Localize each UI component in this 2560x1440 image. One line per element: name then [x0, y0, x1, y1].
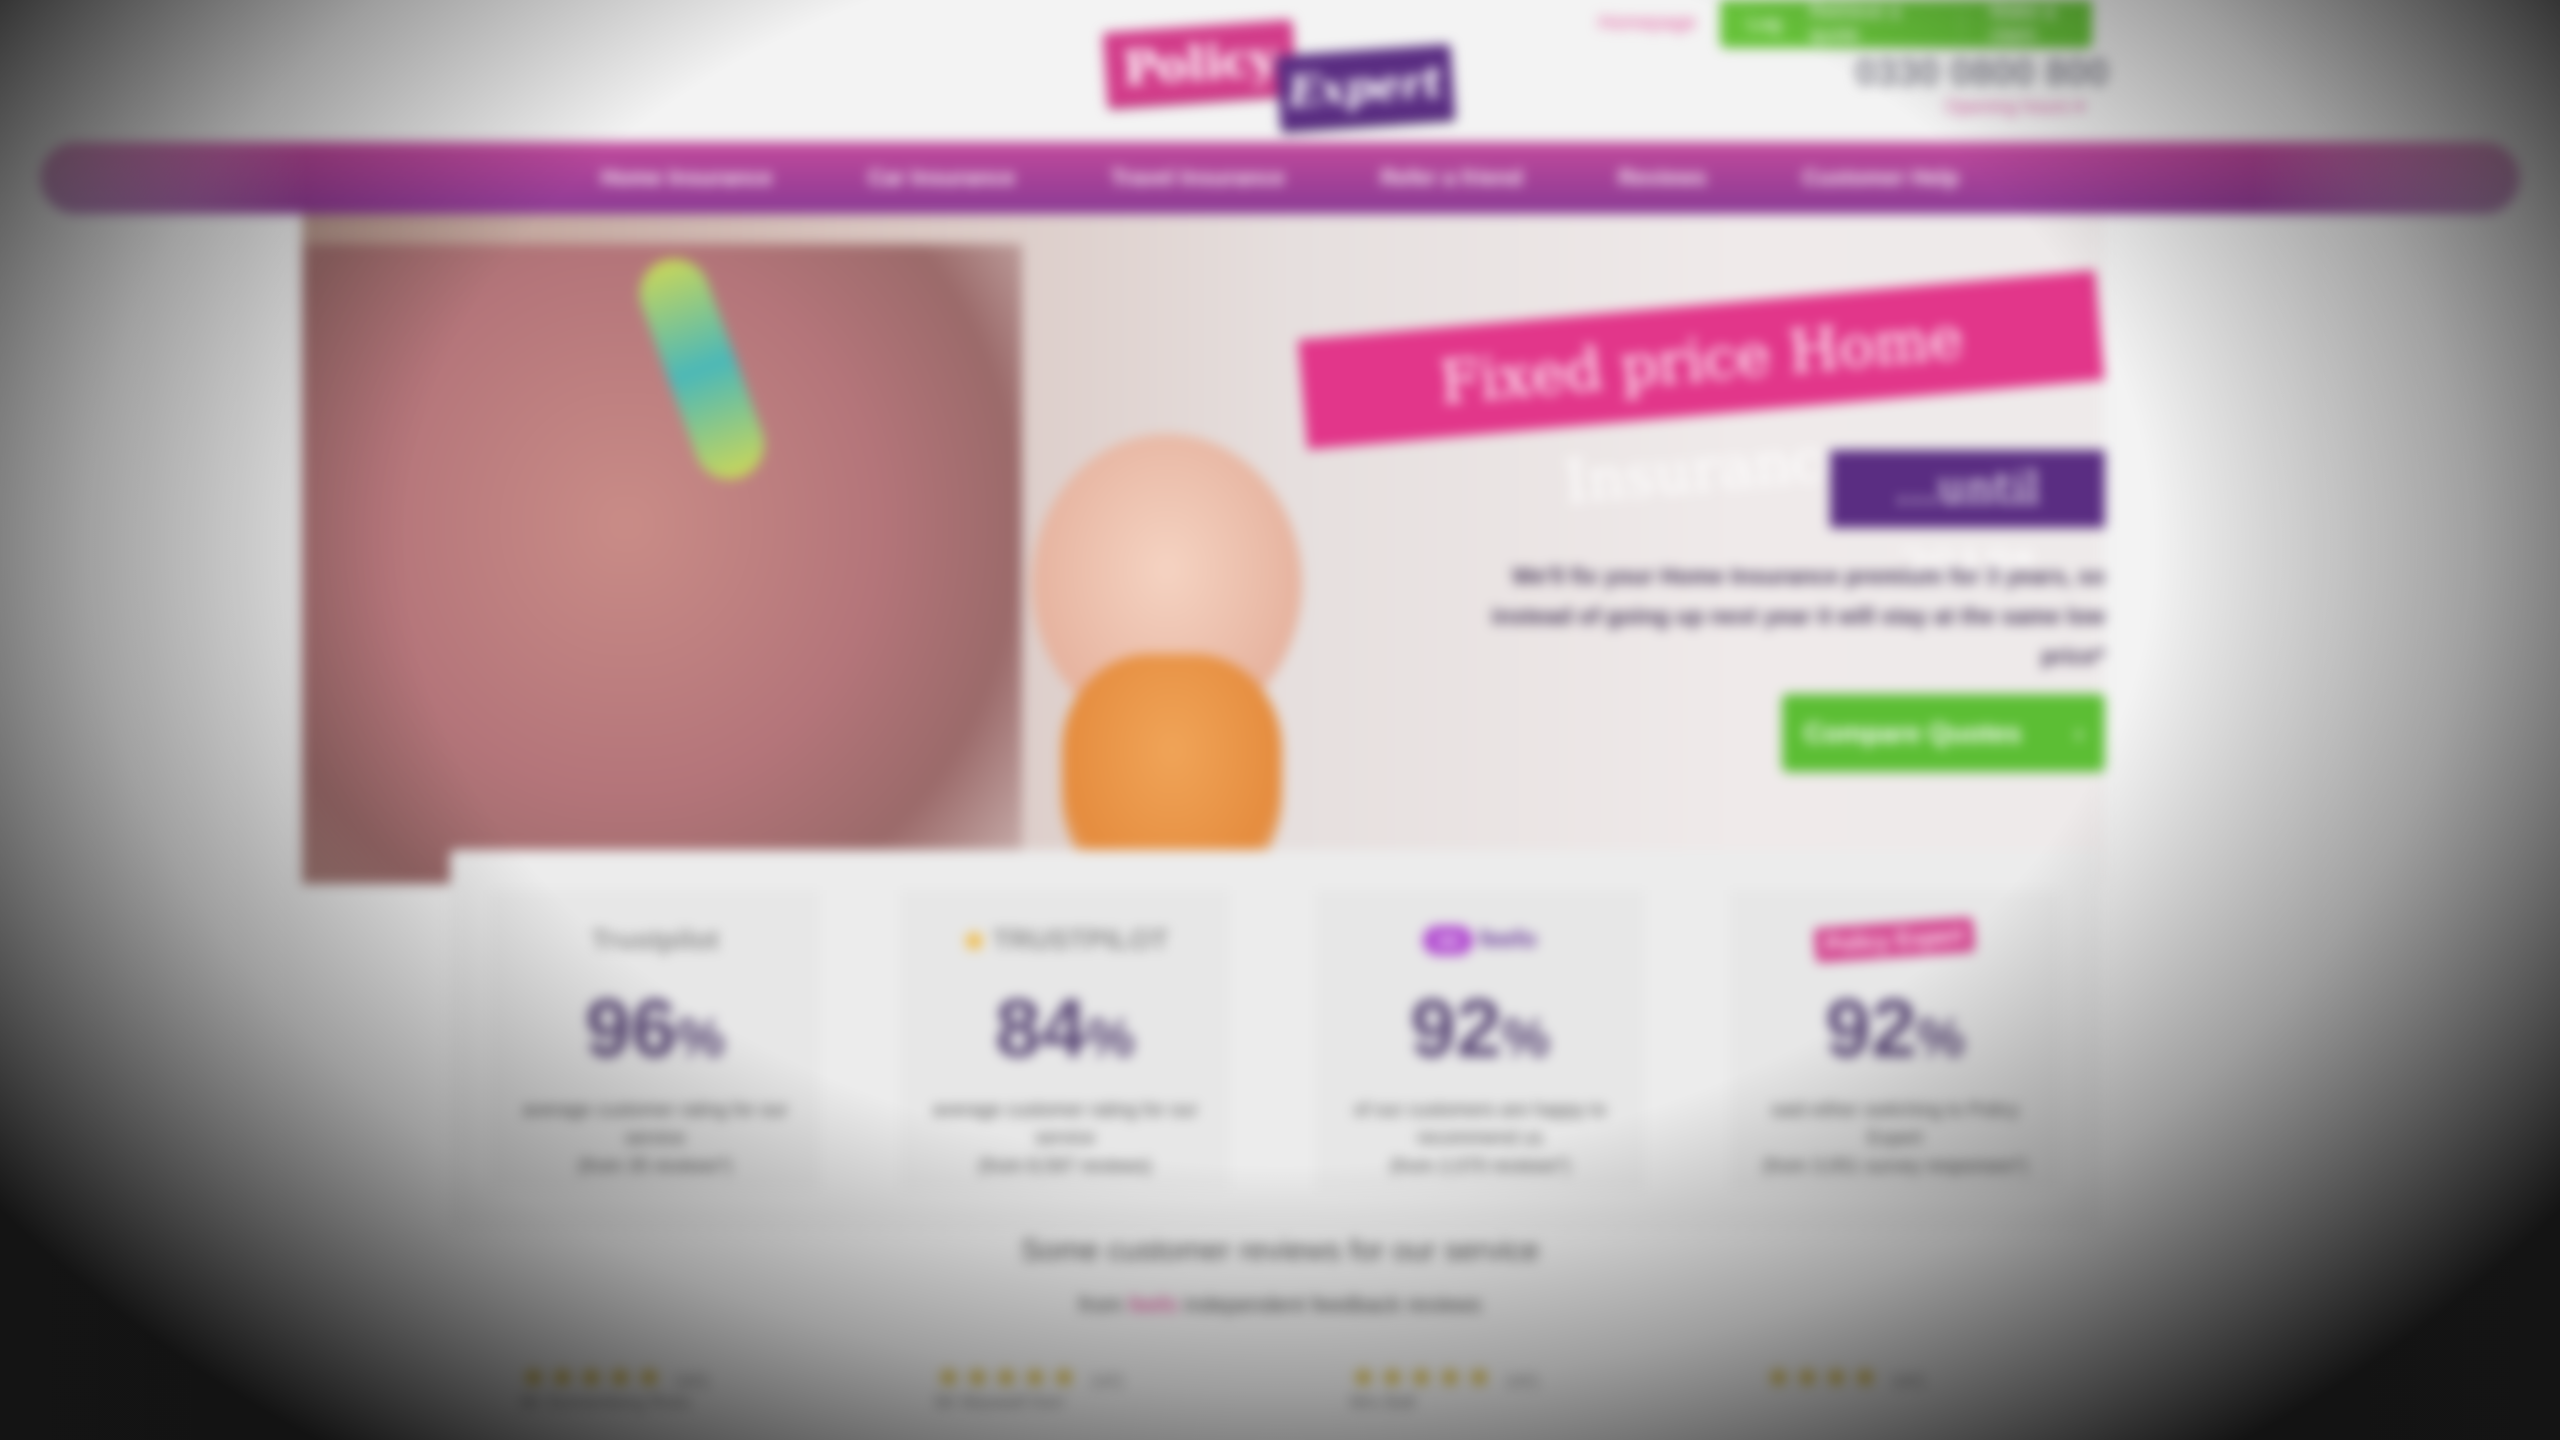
rating-source: (from 2,070 reviews*) — [1389, 1156, 1571, 1177]
reviews-heading: Some customer reviews for our service — [1020, 1234, 1540, 1267]
chevron-down-icon: ▾ — [2074, 97, 2085, 118]
rating-unit: % — [1086, 1008, 1135, 1068]
star-rating-icon: ★★★★★ — [520, 1361, 665, 1394]
brand-name: TRUSTPILOT — [992, 924, 1169, 955]
brand-name: Trustpilot — [591, 924, 719, 955]
ratings-panel: Trustpilot 96% average customer rating f… — [450, 850, 2100, 1230]
reviewer-name: Mr Sonnenberg Ross — [520, 1392, 691, 1412]
reviews-sub-prefix: from — [1078, 1292, 1123, 1317]
policy-expert-logo[interactable]: Policy Expert — [1083, 19, 1463, 131]
nav-home-insurance[interactable]: Home Insurance — [553, 142, 820, 214]
brand-logo: ●● feefo — [1315, 910, 1645, 970]
opening-hours-toggle[interactable]: Opening hours ▾ — [1945, 96, 2084, 119]
nav-travel-insurance[interactable]: Travel Insurance — [1063, 142, 1333, 214]
star-rating-icon: ★★★★★ — [935, 1361, 1080, 1394]
review-rating: ★★★★★ 14/1 — [1350, 1360, 1540, 1395]
nav-car-insurance[interactable]: Car Insurance — [820, 142, 1063, 214]
rating-description: average customer rating for our service — [522, 1100, 788, 1149]
review-rating: ★★★★★ 14/1 — [935, 1360, 1125, 1395]
brand-name: Policy Expert — [1814, 917, 1976, 963]
rating-description: said either switching to Policy Expert — [1770, 1100, 2020, 1149]
webpage: Policy Expert Homepage Log Retrieve a qu… — [0, 0, 2560, 1440]
review-date: 14/1 — [1504, 1371, 1540, 1391]
rating-description: average customer rating for our service — [932, 1100, 1198, 1149]
feefo-link[interactable]: feefo — [1129, 1292, 1178, 1317]
rating-value: 96% — [490, 984, 820, 1083]
brand-logo: Policy Expert — [1730, 910, 2060, 970]
rating-card: ★ TRUSTPILOT 84% average customer rating… — [900, 890, 1230, 1190]
rating-unit: % — [676, 1008, 725, 1068]
feefo-logo-icon: ●● — [1423, 925, 1474, 955]
review-date: 14/1 — [1089, 1371, 1125, 1391]
star-rating-icon: ★★★★★ — [1350, 1361, 1495, 1394]
logo-expert: Expert — [1275, 43, 1456, 131]
rating-source: (from 8,597 reviews) — [978, 1156, 1152, 1177]
review-rating: ★★★★★ 14/1 — [520, 1360, 710, 1395]
reviewer-name: Mr Maxwell Kerr — [935, 1392, 1066, 1412]
rating-card: ●● feefo 92% of our customers are happy … — [1315, 890, 1645, 1190]
account-bar: Log Retrieve a quote Make a claim — [1720, 0, 2092, 48]
rating-source: (from 35 reviews*) — [577, 1156, 733, 1177]
hero-until-badge: ...until 2018* — [1830, 450, 2105, 592]
logo-policy: Policy — [1102, 19, 1298, 107]
reviews-subheading: from feefo independent feedback reviews — [0, 1292, 2560, 1318]
chevron-right-icon: › — [2075, 720, 2083, 747]
homepage-link[interactable]: Homepage — [1598, 12, 1696, 35]
brand-logo: ★ TRUSTPILOT — [900, 910, 1230, 970]
review-rating: ★★★★ 14/1 — [1765, 1360, 1926, 1395]
retrieve-quote-link[interactable]: Retrieve a quote — [1809, 1, 1936, 47]
phone-number[interactable]: 0330 0800 800 — [1855, 52, 2109, 95]
rating-number: 84 — [995, 983, 1087, 1074]
rating-card: Policy Expert 92% said either switching … — [1730, 890, 2060, 1190]
rating-source: (from 3,051 survey responses*) — [1762, 1156, 2028, 1177]
brand-logo: Trustpilot — [490, 910, 820, 970]
hero-copy: We'll fix your Home Insurance premium fo… — [1491, 563, 2105, 669]
rating-number: 92 — [1410, 983, 1502, 1074]
compare-quotes-button[interactable]: Compare Quotes › — [1782, 694, 2105, 772]
rating-value: 92% — [1315, 984, 1645, 1083]
rating-value: 84% — [900, 984, 1230, 1083]
nav-customer-help[interactable]: Customer Help — [1754, 142, 2006, 214]
rating-value: 92% — [1730, 984, 2060, 1083]
rating-number: 96 — [585, 983, 677, 1074]
rating-description: of our customers are happy to recommend … — [1353, 1100, 1607, 1149]
compare-quotes-label: Compare Quotes — [1804, 717, 2022, 748]
page-content: Policy Expert Homepage Log Retrieve a qu… — [0, 0, 2560, 1440]
rating-unit: % — [1501, 1008, 1550, 1068]
rating-unit: % — [1916, 1008, 1965, 1068]
reviewer-name: Mrs Ball — [1350, 1392, 1416, 1412]
opening-hours-label: Opening hours — [1945, 97, 2070, 118]
brand-name: feefo — [1479, 926, 1537, 953]
main-nav: Home Insurance Car Insurance Travel Insu… — [40, 142, 2520, 214]
make-claim-link[interactable]: Make a claim — [1990, 1, 2092, 47]
nav-refer-a-friend[interactable]: Refer a friend — [1333, 142, 1571, 214]
nav-reviews[interactable]: Reviews — [1570, 142, 1754, 214]
review-date: 14/1 — [674, 1371, 710, 1391]
star-rating-icon: ★★★★ — [1765, 1361, 1881, 1394]
divider — [1960, 9, 1962, 39]
rating-number: 92 — [1825, 983, 1917, 1074]
reviews-sub-suffix: independent feedback reviews — [1183, 1292, 1482, 1317]
review-date: 14/1 — [1890, 1371, 1926, 1391]
rating-card: Trustpilot 96% average customer rating f… — [490, 890, 820, 1190]
star-icon: ★ — [961, 924, 987, 956]
login-link[interactable]: Log — [1748, 13, 1781, 36]
